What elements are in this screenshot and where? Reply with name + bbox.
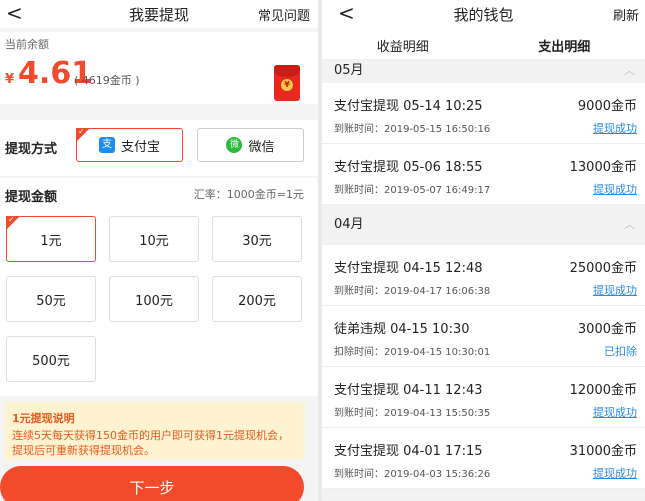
record-status: 已扣除: [604, 345, 637, 358]
wallet-screen: < 我的钱包 刷新 收益明细 支出明细 05月 ︿ 支付宝提现 05-14 10…: [322, 0, 645, 501]
check-icon: ✓: [8, 215, 15, 224]
amount-option-50[interactable]: 50元: [6, 276, 96, 322]
amount-option-500[interactable]: 500元: [6, 336, 96, 382]
amount-option-label: 200元: [238, 293, 276, 309]
list-item[interactable]: 支付宝提现 05-06 18:55 13000金币 到账时间：2019-05-0…: [322, 144, 645, 205]
record-time: 到账时间：2019-04-17 16:06:38: [334, 286, 491, 297]
record-title: 支付宝提现 04-01 17:15: [334, 444, 483, 459]
alipay-label: 支付宝: [120, 139, 160, 155]
page-title: 我的钱包: [453, 6, 514, 24]
record-amount: 12000金币: [569, 383, 637, 398]
currency-symbol: ¥: [5, 72, 15, 87]
balance-card: 当前余额 ¥4.61 ( 4619金币 ) ¥: [0, 32, 318, 104]
amount-option-10[interactable]: 10元: [109, 216, 199, 262]
amount-option-30[interactable]: 30元: [212, 216, 302, 262]
month-label: 04月: [334, 217, 364, 232]
wechat-option[interactable]: 微 微信: [197, 128, 304, 162]
notice-text: 连续5天每天获得150金币的用户即可获得1元提现机会，提现后可重新获得提现机会。: [12, 429, 289, 457]
check-icon: ✓: [78, 127, 85, 136]
amount-option-label: 10元: [139, 233, 169, 249]
amount-option-label: 30元: [242, 233, 272, 249]
record-amount: 9000金币: [577, 99, 637, 114]
amount-label: 提现金额: [5, 190, 58, 205]
list-item[interactable]: 支付宝提现 05-14 10:25 9000金币 到账时间：2019-05-15…: [322, 83, 645, 144]
record-time: 扣除时间：2019-04-15 10:30:01: [334, 347, 491, 358]
withdraw-method-section: 提现方式 ✓ 支 支付宝 微 微信: [0, 120, 318, 176]
record-time: 到账时间：2019-05-07 16:49:17: [334, 185, 491, 196]
amount-option-label: 100元: [135, 293, 173, 309]
amount-option-label: 500元: [32, 353, 70, 369]
chevron-up-icon: ︿: [624, 218, 635, 231]
wallet-header: < 我的钱包 刷新: [322, 0, 645, 28]
record-status[interactable]: 提现成功: [593, 181, 637, 197]
record-status[interactable]: 提现成功: [593, 282, 637, 298]
method-label: 提现方式: [5, 142, 58, 157]
record-title: 支付宝提现 05-14 10:25: [334, 99, 483, 114]
record-amount: 13000金币: [569, 160, 637, 175]
list-item[interactable]: 支付宝提现 04-11 12:43 12000金币 到账时间：2019-04-1…: [322, 367, 645, 428]
record-title: 支付宝提现 05-06 18:55: [334, 160, 483, 175]
refresh-button[interactable]: 刷新: [613, 5, 639, 24]
month-header[interactable]: 04月 ︿: [322, 205, 645, 245]
amount-option-1[interactable]: ✓ 1元: [6, 215, 96, 262]
record-title: 支付宝提现 04-15 12:48: [334, 261, 483, 276]
wechat-icon: 微: [226, 137, 243, 153]
next-button[interactable]: 下一步: [0, 466, 304, 501]
record-amount: 25000金币: [569, 261, 637, 276]
withdraw-header: < 我要提现 常见问题: [0, 0, 318, 28]
record-title: 支付宝提现 04-11 12:43: [334, 383, 483, 398]
withdraw-screen: < 我要提现 常见问题 当前余额 ¥4.61 ( 4619金币 ) ¥ 提现方式…: [0, 0, 318, 501]
record-time: 到账时间：2019-05-15 16:50:16: [334, 124, 491, 135]
notice-title: 1元提现说明: [12, 412, 75, 425]
record-status[interactable]: 提现成功: [593, 465, 637, 481]
month-header[interactable]: 05月 ︿: [322, 59, 645, 83]
alipay-icon: 支: [98, 137, 115, 153]
red-packet-icon: ¥: [274, 65, 300, 101]
wechat-label: 微信: [248, 139, 275, 155]
balance-coins: ( 4619金币 ): [74, 74, 140, 87]
record-time: 到账时间：2019-04-03 15:36:26: [334, 469, 491, 480]
record-status[interactable]: 提现成功: [593, 404, 637, 420]
record-title: 徒弟违规 04-15 10:30: [334, 322, 470, 337]
record-list[interactable]: 05月 ︿ 支付宝提现 05-14 10:25 9000金币 到账时间：2019…: [322, 59, 645, 489]
amount-option-label: 50元: [36, 293, 66, 309]
balance-label: 当前余额: [5, 38, 49, 51]
record-status[interactable]: 提现成功: [593, 120, 637, 136]
alipay-option[interactable]: ✓ 支 支付宝: [76, 127, 183, 162]
record-amount: 3000金币: [577, 322, 637, 337]
month-label: 05月: [334, 63, 364, 78]
list-item[interactable]: 支付宝提现 04-15 12:48 25000金币 到账时间：2019-04-1…: [322, 245, 645, 306]
withdraw-amount-section: 提现金额 汇率：1000金币=1元 ✓ 1元 10元 30元 50元 100元 …: [0, 178, 318, 396]
list-item[interactable]: 支付宝提现 04-01 17:15 31000金币 到账时间：2019-04-0…: [322, 428, 645, 489]
amount-option-200[interactable]: 200元: [212, 276, 302, 322]
amount-option-100[interactable]: 100元: [109, 276, 199, 322]
chevron-up-icon: ︿: [624, 64, 635, 77]
amount-option-label: 1元: [40, 233, 62, 249]
red-packet-coin: ¥: [281, 79, 293, 91]
list-item[interactable]: 徒弟违规 04-15 10:30 3000金币 扣除时间：2019-04-15 …: [322, 306, 645, 367]
faq-link[interactable]: 常见问题: [258, 5, 310, 24]
exchange-rate: 汇率：1000金币=1元: [193, 188, 304, 201]
withdraw-notice: 1元提现说明 连续5天每天获得150金币的用户即可获得1元提现机会，提现后可重新…: [5, 402, 305, 460]
record-time: 到账时间：2019-04-13 15:50:35: [334, 408, 491, 419]
record-amount: 31000金币: [569, 444, 637, 459]
